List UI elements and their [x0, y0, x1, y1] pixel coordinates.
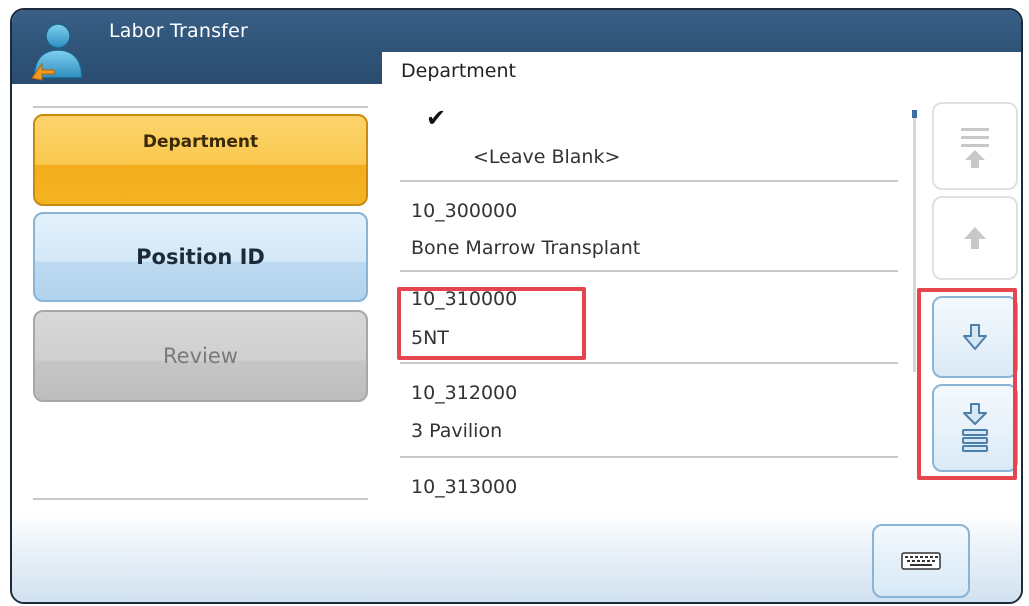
keyboard-button[interactable] [872, 524, 970, 598]
department-panel: Department ✔ <Leave Blank> 10_300000 Bon… [382, 52, 1021, 522]
arrow-up-to-top-icon [961, 128, 989, 168]
list-divider [400, 362, 898, 364]
scrollbar-thumb[interactable] [912, 110, 917, 118]
list-item[interactable]: 10_300000 Bone Marrow Transplant [382, 192, 902, 278]
panel-title: Department [401, 60, 516, 82]
step-navigation: Department Position ID Review [12, 84, 382, 516]
scroll-up-button[interactable] [932, 196, 1018, 280]
list-item-leave-blank[interactable]: ✔ <Leave Blank> [382, 104, 902, 188]
department-code: 10_312000 [411, 382, 518, 404]
step-review-label: Review [163, 344, 238, 368]
device-screen: Labor Transfer Department Position ID Re… [10, 8, 1023, 604]
bottom-bar [12, 514, 1021, 602]
list-item[interactable]: 10_313000 [382, 468, 902, 508]
divider [33, 106, 368, 108]
step-position-id-label: Position ID [136, 245, 265, 269]
list-item[interactable]: 10_312000 3 Pavilion [382, 374, 902, 460]
divider [33, 498, 368, 500]
scrollbar[interactable] [912, 110, 917, 372]
scroll-to-top-button[interactable] [932, 102, 1018, 190]
step-review-button: Review [33, 310, 368, 402]
checkmark-icon: ✔ [426, 104, 447, 132]
highlight-box [397, 287, 586, 360]
step-department-button[interactable]: Department [33, 114, 368, 206]
step-position-id-button[interactable]: Position ID [33, 212, 368, 302]
department-code: 10_313000 [411, 476, 518, 498]
app-title: Labor Transfer [109, 20, 248, 42]
department-code: 10_300000 [411, 200, 518, 222]
keyboard-icon [901, 552, 941, 570]
user-transfer-icon [31, 23, 83, 81]
department-name: Bone Marrow Transplant [411, 237, 641, 259]
list-divider [400, 456, 898, 458]
highlight-box [917, 288, 1017, 480]
arrow-up-icon [964, 227, 986, 249]
department-name: 3 Pavilion [411, 420, 503, 442]
step-department-label: Department [142, 132, 259, 152]
list-item-label: <Leave Blank> [473, 146, 621, 168]
list-divider [400, 270, 898, 272]
list-divider [400, 180, 898, 182]
